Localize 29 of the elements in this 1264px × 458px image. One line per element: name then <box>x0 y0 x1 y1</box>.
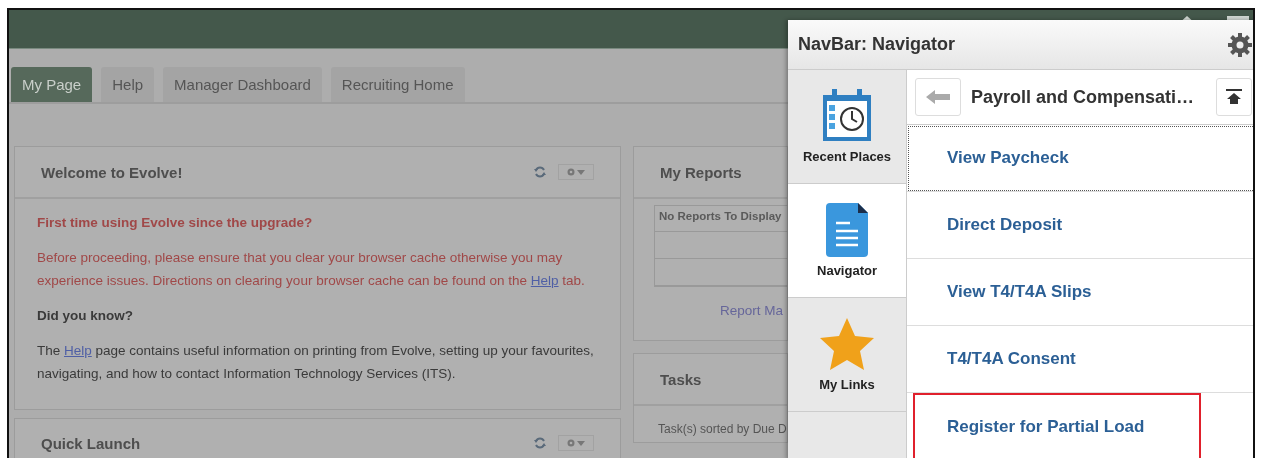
gear-caret-icon <box>566 438 586 448</box>
panel-title: Welcome to Evolve! <box>41 163 183 181</box>
tip-text: The Help page contains useful information on printing from Evolve, setting up your favourites, navigating, and how to contact Information Technology Services (ITS). <box>37 342 595 383</box>
star-icon <box>819 317 875 371</box>
back-button[interactable] <box>915 78 961 116</box>
arrow-to-top-icon <box>1226 89 1242 105</box>
navbar-section-tab[interactable]: Navigator <box>788 184 906 298</box>
panel-options-button[interactable] <box>558 435 594 451</box>
navigator-link[interactable]: Register for Partial Load <box>913 393 1201 458</box>
navbar-title: NavBar: Navigator <box>798 34 956 55</box>
tasks-note: Task(s) sorted by Due D <box>657 421 787 438</box>
panel-options-button[interactable] <box>558 164 594 180</box>
page-tab[interactable]: My Page <box>11 67 93 102</box>
notice-text: Before proceeding, please ensure that you clear your browser cache otherwise you may experience issues. Directions on clearing your browser cache can be found on the Help tab. <box>37 249 586 290</box>
tip-heading: Did you know? <box>37 307 134 325</box>
calendar-clock-icon <box>821 89 873 143</box>
panel-title: Quick Launch <box>41 434 141 452</box>
top-button[interactable] <box>1216 78 1252 116</box>
refresh-icon[interactable] <box>534 437 546 449</box>
settings-icon[interactable] <box>1228 32 1252 57</box>
panel-title: Tasks <box>660 370 702 388</box>
notice-heading: First time using Evolve since the upgrade? <box>37 214 314 232</box>
document-icon <box>826 203 868 257</box>
back-arrow-icon <box>926 90 950 104</box>
panel-title: My Reports <box>660 163 742 181</box>
refresh-icon[interactable] <box>534 166 546 178</box>
navigator-link[interactable]: View Paycheck <box>907 125 1253 192</box>
folder-title: Payroll and Compensati… <box>971 86 1196 108</box>
gear-caret-icon <box>566 167 586 177</box>
